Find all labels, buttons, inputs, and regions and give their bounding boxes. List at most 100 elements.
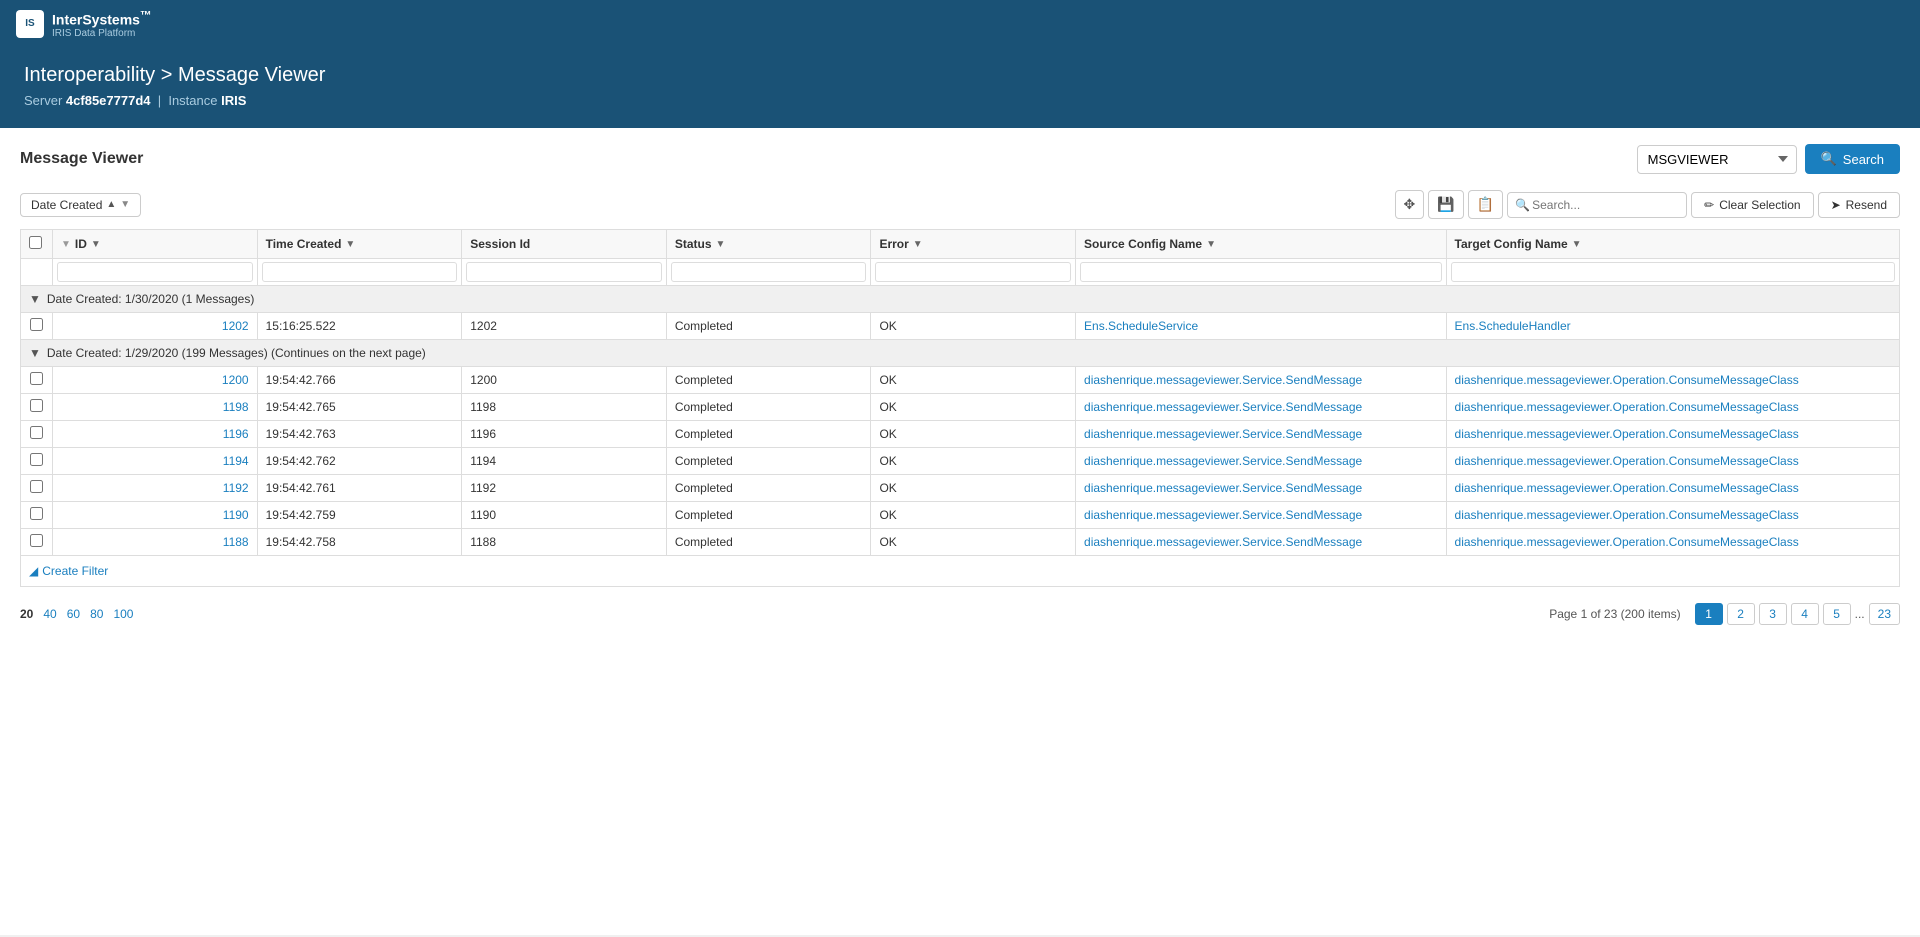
table-search-input[interactable] [1507,192,1687,218]
source-config-link[interactable]: Ens.ScheduleService [1084,319,1198,333]
group-header-row: ▼Date Created: 1/30/2020 (1 Messages) [21,286,1900,313]
cell-session-id: 1200 [462,367,667,394]
page-size-60[interactable]: 60 [67,607,80,621]
page-button-1[interactable]: 1 [1695,603,1723,625]
cell-id: 1194 [53,448,258,475]
target-config-link[interactable]: diashenrique.messageviewer.Operation.Con… [1455,535,1799,549]
page-size-20[interactable]: 20 [20,607,33,621]
table-row: 1196 19:54:42.763 1196 Completed OK dias… [21,421,1900,448]
row-checkbox[interactable] [30,534,43,547]
page-button-23[interactable]: 23 [1869,603,1900,625]
target-config-link[interactable]: Ens.ScheduleHandler [1455,319,1571,333]
page-size-40[interactable]: 40 [43,607,56,621]
sort-icon-source[interactable]: ▼ [1206,239,1216,250]
table-row: 1190 19:54:42.759 1190 Completed OK dias… [21,502,1900,529]
target-config-link[interactable]: diashenrique.messageviewer.Operation.Con… [1455,400,1799,414]
table-row: 1200 19:54:42.766 1200 Completed OK dias… [21,367,1900,394]
page-button-3[interactable]: 3 [1759,603,1787,625]
cell-time-created: 15:16:25.522 [257,313,462,340]
row-checkbox[interactable] [30,426,43,439]
row-checkbox[interactable] [30,399,43,412]
row-checkbox[interactable] [30,453,43,466]
cell-error: OK [871,313,1076,340]
id-link[interactable]: 1188 [223,535,249,549]
filter-checkbox-col [21,259,53,286]
filter-target-input[interactable] [1451,262,1895,282]
page-button-5[interactable]: 5 [1823,603,1851,625]
filter-status-input[interactable] [671,262,867,282]
row-checkbox-cell [21,367,53,394]
page-button-4[interactable]: 4 [1791,603,1819,625]
row-checkbox[interactable] [30,480,43,493]
sort-ascending-icon: ▲ [106,199,116,210]
date-created-filter[interactable]: Date Created ▲ ▼ [20,193,141,217]
source-config-link[interactable]: diashenrique.messageviewer.Service.SendM… [1084,481,1362,495]
id-link[interactable]: 1192 [223,481,249,495]
search-button[interactable]: 🔍 Search [1805,144,1900,174]
sort-icon-status[interactable]: ▼ [716,239,726,250]
row-checkbox[interactable] [30,507,43,520]
cell-time-created: 19:54:42.766 [257,367,462,394]
filter-status-col [666,259,871,286]
cell-error: OK [871,421,1076,448]
create-filter-link[interactable]: ◢ Create Filter [29,564,1891,578]
cell-id: 1200 [53,367,258,394]
export-icon-button[interactable]: 💾 [1428,190,1463,219]
page-size-100[interactable]: 100 [113,607,133,621]
sort-icon-time[interactable]: ▼ [345,239,355,250]
filter-error-col [871,259,1076,286]
target-config-link[interactable]: diashenrique.messageviewer.Operation.Con… [1455,481,1799,495]
target-config-link[interactable]: diashenrique.messageviewer.Operation.Con… [1455,508,1799,522]
id-link[interactable]: 1190 [223,508,249,522]
filter-source-input[interactable] [1080,262,1442,282]
cell-target-config: diashenrique.messageviewer.Operation.Con… [1446,502,1899,529]
source-config-link[interactable]: diashenrique.messageviewer.Service.SendM… [1084,454,1362,468]
source-config-link[interactable]: diashenrique.messageviewer.Service.SendM… [1084,373,1362,387]
sort-icon-id[interactable]: ▼ [91,239,101,250]
source-config-link[interactable]: diashenrique.messageviewer.Service.SendM… [1084,508,1362,522]
id-link[interactable]: 1194 [223,454,249,468]
target-config-link[interactable]: diashenrique.messageviewer.Operation.Con… [1455,373,1799,387]
page-size-80[interactable]: 80 [90,607,103,621]
page-size-options: 20 40 60 80 100 [20,607,133,621]
filter-error-input[interactable] [875,262,1071,282]
source-config-link[interactable]: diashenrique.messageviewer.Service.SendM… [1084,535,1362,549]
clear-selection-button[interactable]: ✏ Clear Selection [1691,192,1813,218]
id-link[interactable]: 1198 [223,400,249,414]
cell-time-created: 19:54:42.761 [257,475,462,502]
source-config-link[interactable]: diashenrique.messageviewer.Service.SendM… [1084,427,1362,441]
page-numbers: 12345...23 [1695,603,1900,625]
filter-time-input[interactable] [262,262,458,282]
namespace-select[interactable]: MSGVIEWER [1637,145,1797,174]
cell-id: 1202 [53,313,258,340]
row-checkbox[interactable] [30,318,43,331]
cell-target-config: diashenrique.messageviewer.Operation.Con… [1446,475,1899,502]
filter-icon-id[interactable]: ▼ [61,239,71,250]
table-row: 1188 19:54:42.758 1188 Completed OK dias… [21,529,1900,556]
target-config-link[interactable]: diashenrique.messageviewer.Operation.Con… [1455,454,1799,468]
table-body: ▼Date Created: 1/30/2020 (1 Messages) 12… [21,286,1900,587]
id-link[interactable]: 1202 [222,319,249,333]
id-link[interactable]: 1196 [223,427,249,441]
select-all-checkbox[interactable] [29,236,42,249]
sort-icon-target[interactable]: ▼ [1572,239,1582,250]
sort-filter-icon[interactable]: ▼ [120,199,130,210]
row-checkbox[interactable] [30,372,43,385]
brand-name: InterSystems™ [52,9,152,28]
filter-session-input[interactable] [466,262,662,282]
group-header-row: ▼Date Created: 1/29/2020 (199 Messages) … [21,340,1900,367]
th-status: Status ▼ [666,230,871,259]
target-config-link[interactable]: diashenrique.messageviewer.Operation.Con… [1455,427,1799,441]
group-chevron[interactable]: ▼ [29,292,41,306]
expand-icon-button[interactable]: ✥ [1395,190,1425,219]
resend-button[interactable]: ➤ Resend [1818,192,1900,218]
id-link[interactable]: 1200 [222,373,249,387]
page-button-2[interactable]: 2 [1727,603,1755,625]
filter-id-input[interactable] [57,262,253,282]
cell-target-config: diashenrique.messageviewer.Operation.Con… [1446,529,1899,556]
cell-error: OK [871,529,1076,556]
sort-icon-error[interactable]: ▼ [913,239,923,250]
source-config-link[interactable]: diashenrique.messageviewer.Service.SendM… [1084,400,1362,414]
group-chevron[interactable]: ▼ [29,346,41,360]
copy-icon-button[interactable]: 📋 [1468,190,1503,219]
